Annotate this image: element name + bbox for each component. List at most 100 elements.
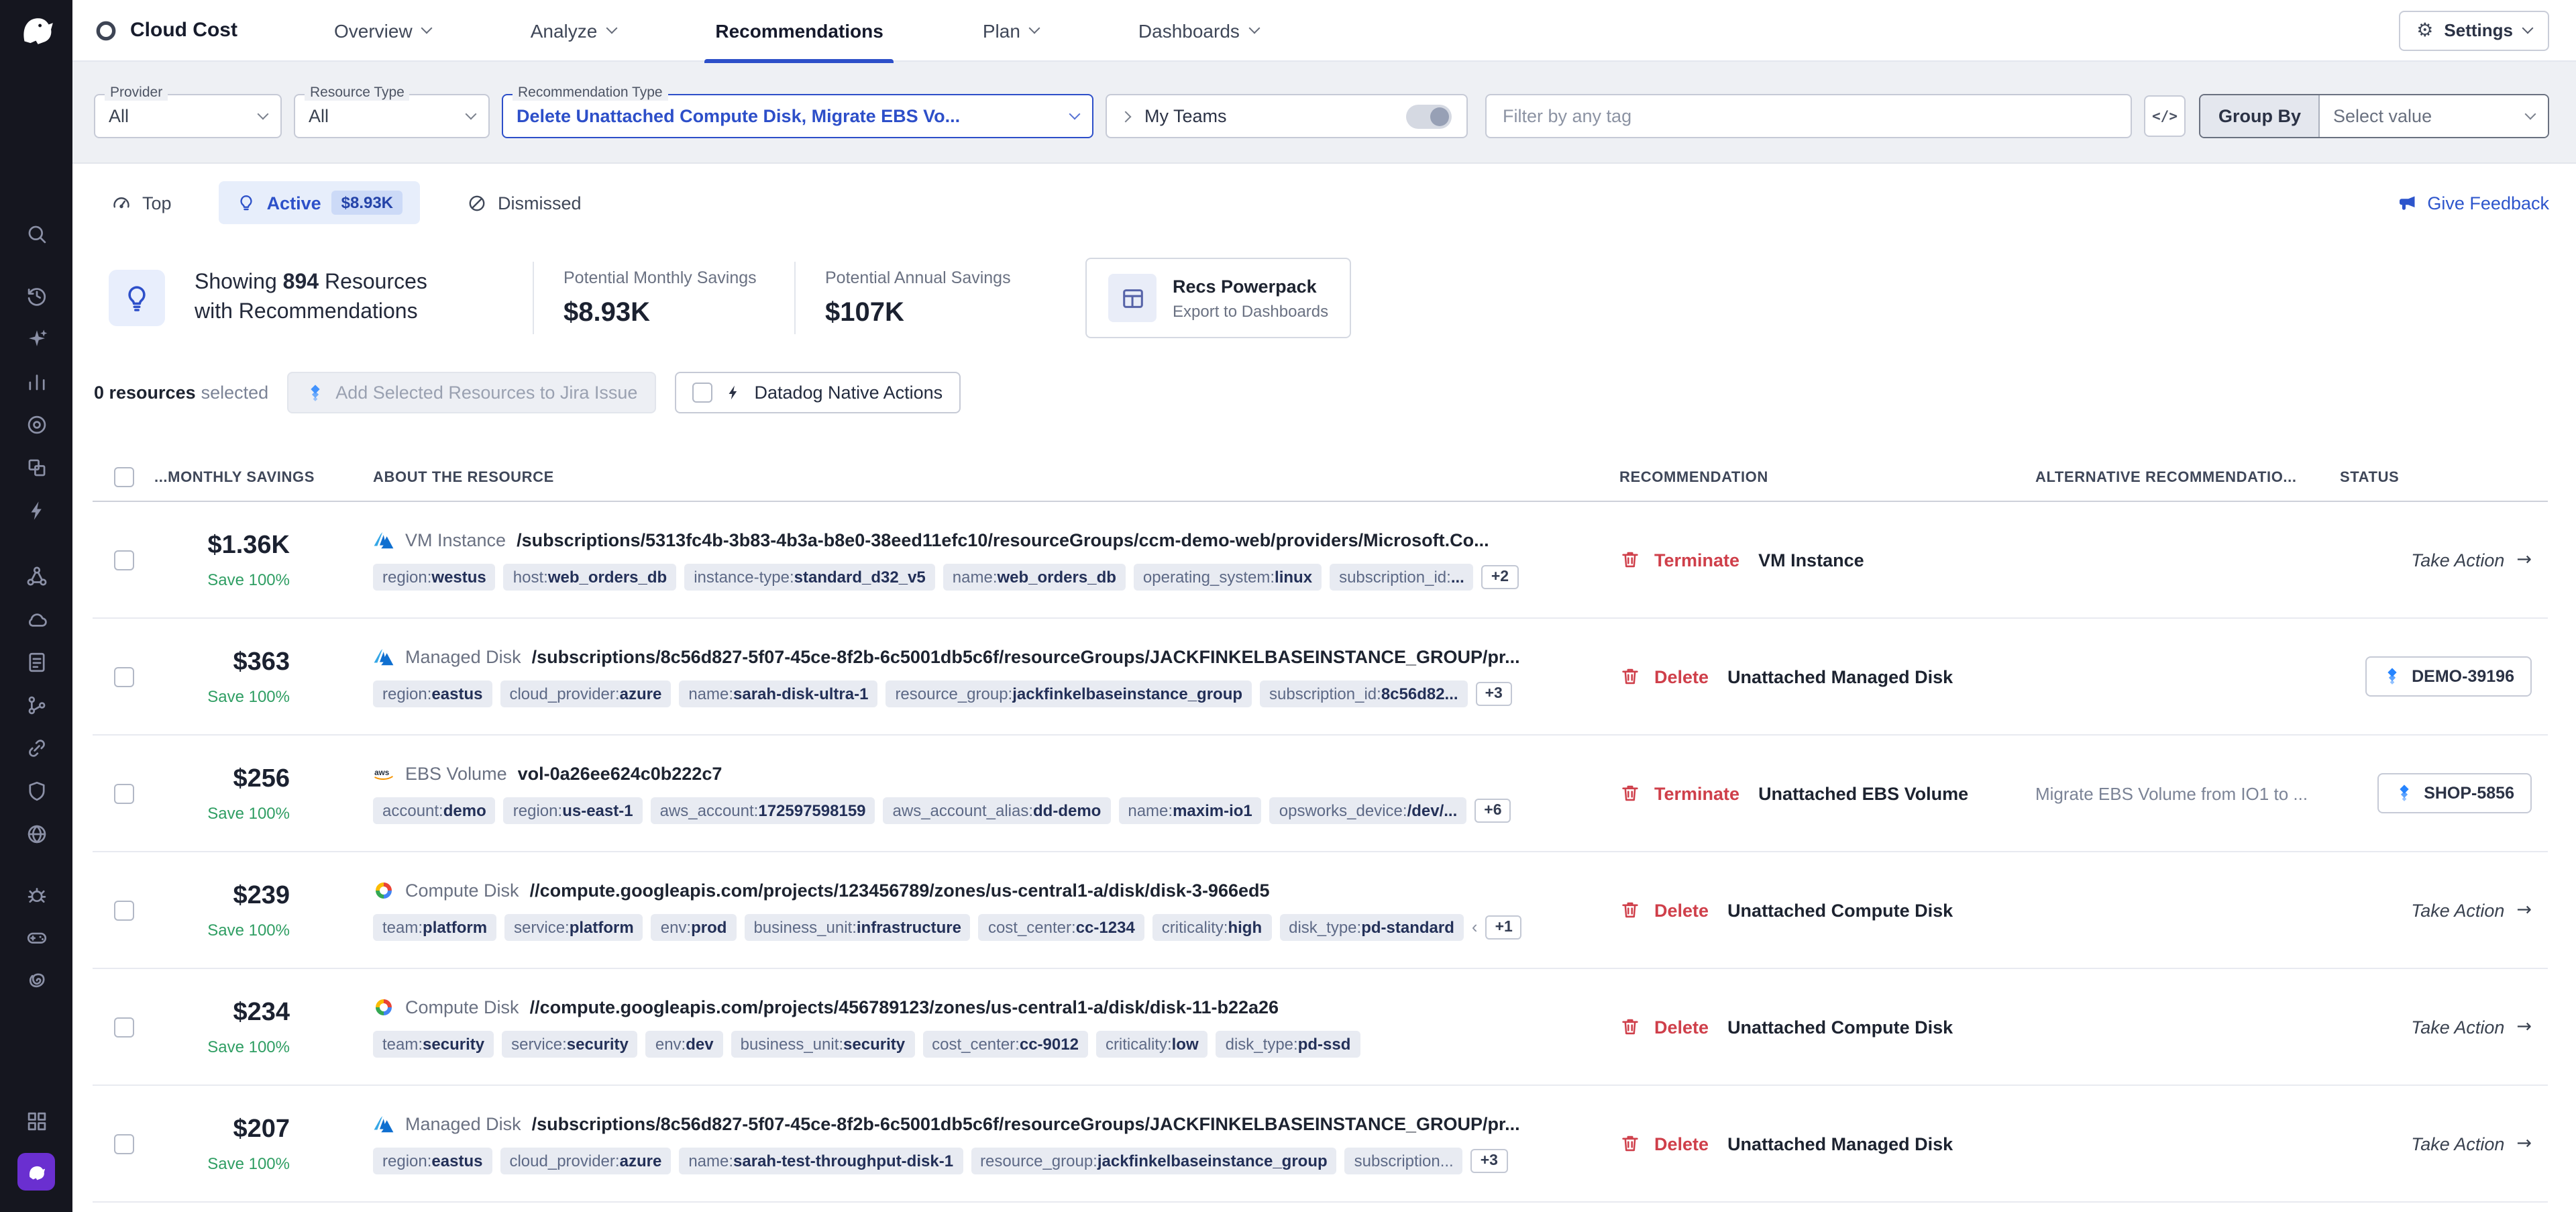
bug-icon[interactable] bbox=[15, 872, 58, 915]
tag-pill[interactable]: host:web_orders_db bbox=[504, 563, 676, 590]
tag-pill[interactable]: name:web_orders_db bbox=[943, 563, 1126, 590]
give-feedback-link[interactable]: Give Feedback bbox=[2398, 193, 2549, 213]
tab-top[interactable]: Top bbox=[94, 181, 189, 224]
tab-dismissed[interactable]: Dismissed bbox=[449, 181, 599, 224]
row-checkbox[interactable] bbox=[113, 783, 133, 803]
tag-pill[interactable]: cloud_provider:azure bbox=[500, 680, 671, 707]
bits-ai-icon[interactable] bbox=[17, 1153, 55, 1191]
settings-button[interactable]: ⚙ Settings bbox=[2399, 10, 2549, 50]
tag-pill[interactable]: cost_center:cc-9012 bbox=[922, 1030, 1088, 1057]
tag-pill[interactable]: name:sarah-test-throughput-disk-1 bbox=[679, 1147, 963, 1174]
add-to-jira-button[interactable]: Add Selected Resources to Jira Issue bbox=[287, 372, 656, 413]
row-checkbox[interactable] bbox=[113, 900, 133, 920]
my-teams-toggle[interactable] bbox=[1406, 104, 1452, 128]
search-icon[interactable] bbox=[15, 212, 58, 255]
group-by-select[interactable]: Select value bbox=[2320, 95, 2548, 137]
metrics-icon[interactable] bbox=[15, 360, 58, 403]
nav-item-overview[interactable]: Overview bbox=[307, 0, 458, 61]
tag-pill[interactable]: account:demo bbox=[373, 797, 496, 823]
llm-observability-icon[interactable] bbox=[15, 958, 58, 1001]
tag-pill[interactable]: region:eastus bbox=[373, 1147, 492, 1174]
header-about-resource[interactable]: ABOUT THE RESOURCE bbox=[362, 469, 1609, 485]
resource-id[interactable]: /subscriptions/8c56d827-5f07-45ce-8f2b-6… bbox=[532, 1113, 1520, 1133]
nav-item-dashboards[interactable]: Dashboards bbox=[1112, 0, 1285, 61]
nav-item-analyze[interactable]: Analyze bbox=[504, 0, 643, 61]
datadog-logo[interactable] bbox=[0, 0, 72, 59]
tag-pill[interactable]: cost_center:cc-1234 bbox=[979, 913, 1144, 940]
cloud-icon[interactable] bbox=[15, 597, 58, 640]
service-map-icon[interactable] bbox=[15, 554, 58, 597]
tag-pill[interactable]: aws_account:172597598159 bbox=[651, 797, 875, 823]
tag-pill[interactable]: env:dev bbox=[646, 1030, 723, 1057]
tag-pill[interactable]: resource_group:jackfinkelbaseinstance_gr… bbox=[885, 680, 1252, 707]
apm-icon[interactable] bbox=[15, 489, 58, 532]
header-alternative-recommendation[interactable]: ALTERNATIVE RECOMMENDATIO... bbox=[2025, 469, 2326, 485]
select-all-checkbox[interactable] bbox=[113, 467, 133, 487]
take-action-link[interactable]: Take Action→ bbox=[2411, 899, 2532, 921]
resource-id[interactable]: /subscriptions/5313fc4b-3b83-4b3a-b8e0-3… bbox=[517, 529, 1489, 550]
more-tags-pill[interactable]: +2 bbox=[1482, 564, 1518, 589]
tag-pill[interactable]: name:sarah-disk-ultra-1 bbox=[679, 680, 877, 707]
chevron-left-icon[interactable]: ‹ bbox=[1472, 917, 1478, 937]
monitors-icon[interactable] bbox=[15, 403, 58, 446]
logs-icon[interactable] bbox=[15, 640, 58, 683]
tag-pill[interactable]: criticality:low bbox=[1096, 1030, 1208, 1057]
security-icon[interactable] bbox=[15, 769, 58, 812]
header-monthly-savings[interactable]: ...MONTHLY SAVINGS bbox=[154, 469, 362, 485]
tag-pill[interactable]: team:security bbox=[373, 1030, 494, 1057]
infrastructure-icon[interactable] bbox=[15, 446, 58, 489]
tag-pill[interactable]: env:prod bbox=[651, 913, 737, 940]
tag-pill[interactable]: opsworks_device:/dev/... bbox=[1270, 797, 1467, 823]
tag-pill[interactable]: region:westus bbox=[373, 563, 496, 590]
tag-pill[interactable]: name:maxim-io1 bbox=[1118, 797, 1261, 823]
tag-pill[interactable]: subscription_id:... bbox=[1330, 563, 1474, 590]
resource-id[interactable]: /subscriptions/8c56d827-5f07-45ce-8f2b-6… bbox=[532, 646, 1520, 666]
synthetics-icon[interactable] bbox=[15, 812, 58, 855]
tag-pill[interactable]: criticality:high bbox=[1152, 913, 1271, 940]
row-checkbox[interactable] bbox=[113, 1017, 133, 1037]
tag-pill[interactable]: resource_group:jackfinkelbaseinstance_gr… bbox=[971, 1147, 1337, 1174]
tag-pill[interactable]: region:us-east-1 bbox=[504, 797, 643, 823]
resource-id[interactable]: //compute.googleapis.com/projects/123456… bbox=[530, 880, 1270, 900]
integrations-icon[interactable] bbox=[15, 726, 58, 769]
row-checkbox[interactable] bbox=[113, 550, 133, 570]
take-action-link[interactable]: Take Action→ bbox=[2411, 549, 2532, 570]
tag-pill[interactable]: region:eastus bbox=[373, 680, 492, 707]
tag-pill[interactable]: disk_type:pd-standard bbox=[1279, 913, 1464, 940]
tag-pill[interactable]: subscription... bbox=[1345, 1147, 1463, 1174]
tag-pill[interactable]: service:platform bbox=[504, 913, 643, 940]
jira-ticket-button[interactable]: SHOP-5856 bbox=[2377, 773, 2532, 813]
native-actions-checkbox[interactable] bbox=[692, 383, 712, 403]
resource-id[interactable]: //compute.googleapis.com/projects/456789… bbox=[530, 997, 1279, 1017]
tag-pill[interactable]: service:security bbox=[502, 1030, 638, 1057]
my-teams-filter[interactable]: My Teams bbox=[1106, 94, 1468, 138]
jira-ticket-button[interactable]: DEMO-39196 bbox=[2365, 656, 2532, 697]
tag-filter-input[interactable] bbox=[1485, 94, 2132, 138]
row-checkbox[interactable] bbox=[113, 1133, 133, 1154]
tag-pill[interactable]: subscription_id:8c56d82... bbox=[1260, 680, 1468, 707]
tag-pill[interactable]: team:platform bbox=[373, 913, 496, 940]
tag-pill[interactable]: disk_type:pd-ssd bbox=[1216, 1030, 1360, 1057]
sparkles-icon[interactable] bbox=[15, 317, 58, 360]
nav-item-plan[interactable]: Plan bbox=[956, 0, 1066, 61]
more-tags-pill[interactable]: +1 bbox=[1486, 915, 1522, 939]
nav-item-recommendations[interactable]: Recommendations bbox=[688, 0, 910, 61]
datadog-native-actions-button[interactable]: Datadog Native Actions bbox=[675, 372, 960, 413]
game-controller-icon[interactable] bbox=[15, 915, 58, 958]
tag-pill[interactable]: instance-type:standard_d32_v5 bbox=[684, 563, 935, 590]
organization-icon[interactable] bbox=[15, 1099, 58, 1142]
header-recommendation[interactable]: RECOMMENDATION bbox=[1609, 469, 2025, 485]
tag-pill[interactable]: operating_system:linux bbox=[1134, 563, 1322, 590]
row-checkbox[interactable] bbox=[113, 666, 133, 687]
header-status[interactable]: STATUS bbox=[2326, 469, 2548, 485]
ci-pipeline-icon[interactable] bbox=[15, 683, 58, 726]
history-icon[interactable] bbox=[15, 274, 58, 317]
code-view-toggle[interactable]: </> bbox=[2144, 95, 2186, 137]
recs-powerpack-card[interactable]: Recs Powerpack Export to Dashboards bbox=[1085, 258, 1351, 338]
tag-pill[interactable]: cloud_provider:azure bbox=[500, 1147, 671, 1174]
more-tags-pill[interactable]: +6 bbox=[1474, 798, 1511, 822]
take-action-link[interactable]: Take Action→ bbox=[2411, 1133, 2532, 1154]
tag-pill[interactable]: business_unit:infrastructure bbox=[744, 913, 971, 940]
more-tags-pill[interactable]: +3 bbox=[1476, 681, 1512, 705]
take-action-link[interactable]: Take Action→ bbox=[2411, 1016, 2532, 1038]
